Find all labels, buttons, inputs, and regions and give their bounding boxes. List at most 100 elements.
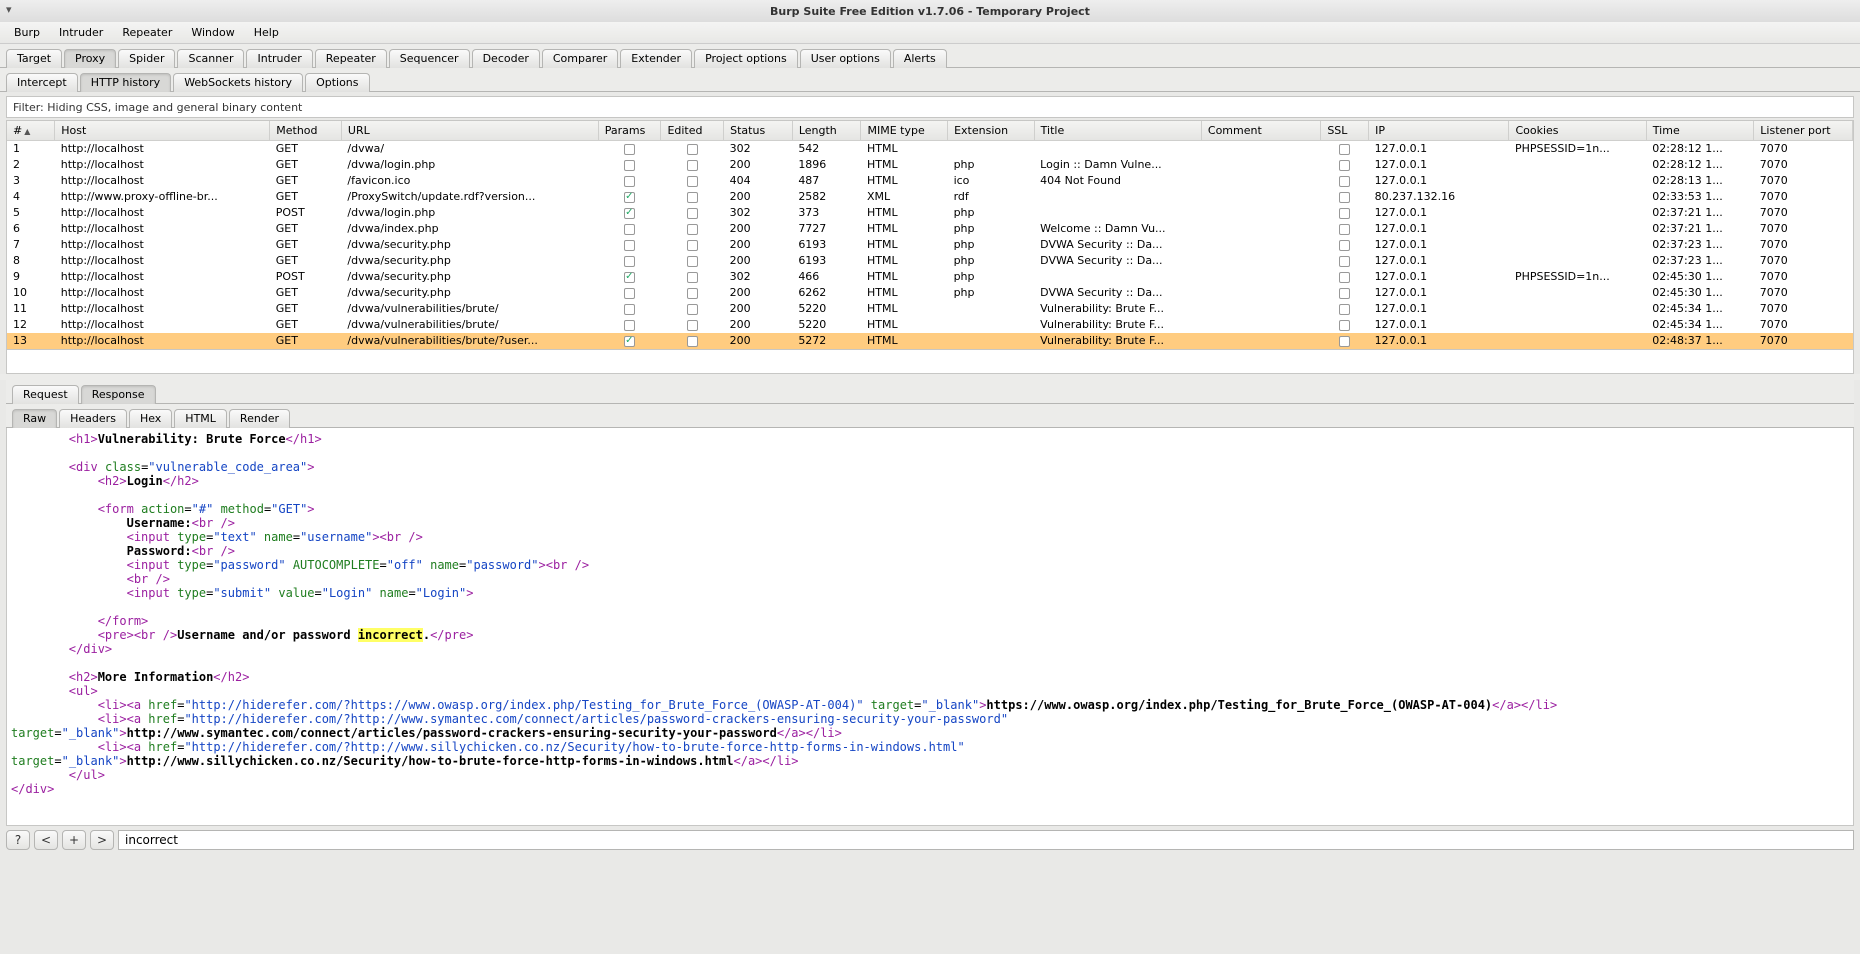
col-edited[interactable]: Edited (661, 121, 724, 141)
subtab-intercept[interactable]: Intercept (6, 73, 78, 92)
col-cookies[interactable]: Cookies (1509, 121, 1646, 141)
search-input[interactable] (118, 830, 1854, 850)
filter-text: Filter: Hiding CSS, image and general bi… (13, 101, 302, 114)
table-row[interactable]: 3http://localhostGET/favicon.ico404487HT… (7, 173, 1853, 189)
tab-proxy[interactable]: Proxy (64, 49, 116, 68)
checkbox-icon (1339, 144, 1350, 155)
help-button[interactable]: ? (6, 830, 30, 850)
subtab-http-history[interactable]: HTTP history (80, 73, 171, 92)
subtab-websockets-history[interactable]: WebSockets history (173, 73, 303, 92)
tab-extender[interactable]: Extender (620, 49, 692, 68)
table-row[interactable]: 5http://localhostPOST/dvwa/login.php3023… (7, 205, 1853, 221)
table-row[interactable]: 7http://localhostGET/dvwa/security.php20… (7, 237, 1853, 253)
tab-user-options[interactable]: User options (800, 49, 891, 68)
col-time[interactable]: Time (1646, 121, 1754, 141)
col-ssl[interactable]: SSL (1321, 121, 1369, 141)
col--[interactable]: #▲ (7, 121, 55, 141)
search-bar: ? < + > (6, 830, 1854, 850)
menu-repeater[interactable]: Repeater (114, 24, 180, 41)
response-body[interactable]: <h1>Vulnerability: Brute Force</h1> <div… (11, 432, 1849, 826)
checkbox-icon (687, 176, 698, 187)
checkbox-icon (1339, 160, 1350, 171)
checkbox-icon (624, 176, 635, 187)
tab-request[interactable]: Request (12, 385, 79, 404)
viewtab-html[interactable]: HTML (174, 409, 227, 428)
table-row[interactable]: 12http://localhostGET/dvwa/vulnerabiliti… (7, 317, 1853, 333)
response-raw-view[interactable]: <h1>Vulnerability: Brute Force</h1> <div… (6, 428, 1854, 826)
col-method[interactable]: Method (270, 121, 342, 141)
table-row[interactable]: 10http://localhostGET/dvwa/security.php2… (7, 285, 1853, 301)
tab-spider[interactable]: Spider (118, 49, 175, 68)
tab-response[interactable]: Response (81, 385, 156, 404)
col-host[interactable]: Host (55, 121, 270, 141)
tab-alerts[interactable]: Alerts (893, 49, 947, 68)
prev-match-button[interactable]: < (34, 830, 58, 850)
menubar: Burp Intruder Repeater Window Help (0, 22, 1860, 44)
tab-intruder[interactable]: Intruder (246, 49, 312, 68)
table-row[interactable]: 11http://localhostGET/dvwa/vulnerabiliti… (7, 301, 1853, 317)
table-row[interactable]: 8http://localhostGET/dvwa/security.php20… (7, 253, 1853, 269)
checkbox-icon (624, 304, 635, 315)
viewtab-raw[interactable]: Raw (12, 409, 57, 428)
checkbox-icon (624, 224, 635, 235)
col-mime-type[interactable]: MIME type (861, 121, 948, 141)
menu-window[interactable]: Window (183, 24, 242, 41)
checkbox-icon (1339, 272, 1350, 283)
add-button[interactable]: + (62, 830, 86, 850)
table-row[interactable]: 6http://localhostGET/dvwa/index.php20077… (7, 221, 1853, 237)
http-history-table[interactable]: #▲HostMethodURLParamsEditedStatusLengthM… (6, 120, 1854, 350)
proxy-subtabs: Intercept HTTP history WebSockets histor… (0, 68, 1860, 92)
subtab-options[interactable]: Options (305, 73, 369, 92)
table-row[interactable]: 13http://localhostGET/dvwa/vulnerabiliti… (7, 333, 1853, 349)
table-row[interactable]: 1http://localhostGET/dvwa/302542HTML127.… (7, 141, 1853, 157)
window-title: Burp Suite Free Edition v1.7.06 - Tempor… (770, 5, 1090, 18)
menu-help[interactable]: Help (246, 24, 287, 41)
col-comment[interactable]: Comment (1201, 121, 1320, 141)
col-url[interactable]: URL (341, 121, 598, 141)
col-title[interactable]: Title (1034, 121, 1201, 141)
checkbox-icon (687, 320, 698, 331)
checkbox-icon (624, 208, 635, 219)
tab-sequencer[interactable]: Sequencer (389, 49, 470, 68)
tab-target[interactable]: Target (6, 49, 62, 68)
window-close-icon[interactable]: ▾ (6, 6, 16, 16)
checkbox-icon (1339, 192, 1350, 203)
col-params[interactable]: Params (598, 121, 661, 141)
checkbox-icon (624, 320, 635, 331)
checkbox-icon (1339, 256, 1350, 267)
tab-comparer[interactable]: Comparer (542, 49, 618, 68)
col-extension[interactable]: Extension (948, 121, 1035, 141)
checkbox-icon (1339, 176, 1350, 187)
checkbox-icon (1339, 224, 1350, 235)
message-tabs: Request Response (6, 380, 1854, 404)
table-row[interactable]: 9http://localhostPOST/dvwa/security.php3… (7, 269, 1853, 285)
checkbox-icon (687, 304, 698, 315)
checkbox-icon (687, 144, 698, 155)
tab-repeater[interactable]: Repeater (315, 49, 387, 68)
col-ip[interactable]: IP (1369, 121, 1509, 141)
checkbox-icon (687, 240, 698, 251)
history-filter[interactable]: Filter: Hiding CSS, image and general bi… (6, 96, 1854, 118)
menu-intruder[interactable]: Intruder (51, 24, 111, 41)
col-status[interactable]: Status (724, 121, 793, 141)
table-row[interactable]: 2http://localhostGET/dvwa/login.php20018… (7, 157, 1853, 173)
tab-scanner[interactable]: Scanner (177, 49, 244, 68)
checkbox-icon (687, 160, 698, 171)
checkbox-icon (1339, 240, 1350, 251)
checkbox-icon (624, 144, 635, 155)
tab-project-options[interactable]: Project options (694, 49, 798, 68)
viewtab-hex[interactable]: Hex (129, 409, 172, 428)
menu-burp[interactable]: Burp (6, 24, 48, 41)
col-listener-port[interactable]: Listener port (1754, 121, 1853, 141)
checkbox-icon (624, 288, 635, 299)
checkbox-icon (687, 224, 698, 235)
viewtab-render[interactable]: Render (229, 409, 290, 428)
viewtab-headers[interactable]: Headers (59, 409, 127, 428)
checkbox-icon (624, 272, 635, 283)
next-match-button[interactable]: > (90, 830, 114, 850)
checkbox-icon (687, 288, 698, 299)
checkbox-icon (687, 336, 698, 347)
col-length[interactable]: Length (792, 121, 861, 141)
table-row[interactable]: 4http://www.proxy-offline-br...GET/Proxy… (7, 189, 1853, 205)
tab-decoder[interactable]: Decoder (472, 49, 540, 68)
